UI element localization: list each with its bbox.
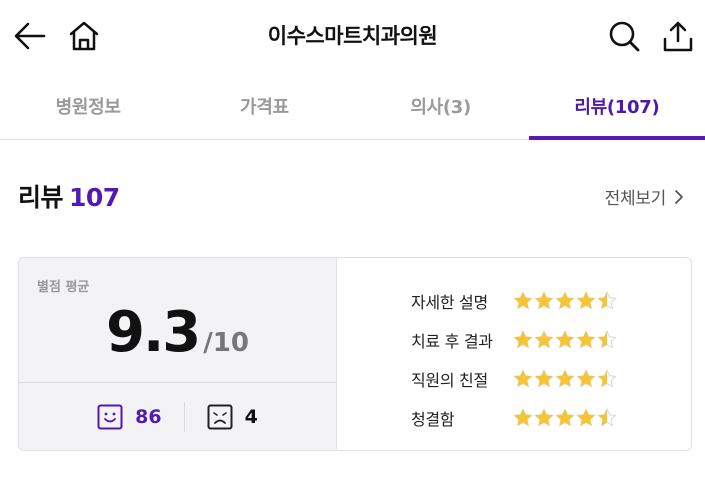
average-score: 9.3 — [106, 300, 201, 365]
tab-doctors[interactable]: 의사(3) — [353, 72, 529, 139]
section-title: 리뷰 107 — [18, 178, 120, 214]
tab-price-list[interactable]: 가격표 — [176, 72, 352, 139]
star-icon — [597, 408, 617, 427]
star-rating — [513, 369, 617, 388]
star-icon — [576, 330, 596, 349]
search-icon — [609, 21, 640, 52]
home-button[interactable] — [64, 14, 104, 58]
star-icon — [576, 369, 596, 388]
view-all-link[interactable]: 전체보기 — [605, 184, 684, 209]
search-button[interactable] — [604, 14, 644, 58]
star-icon — [555, 330, 575, 349]
positive-count: 86 — [135, 405, 162, 428]
smile-face-icon — [97, 404, 123, 429]
star-icon — [576, 291, 596, 310]
star-rating — [513, 408, 617, 427]
negative-count: 4 — [244, 405, 258, 428]
criteria-label: 치료 후 결과 — [411, 331, 493, 351]
average-rating-panel: 별점 평균 9.3/10 86 4 — [19, 258, 337, 450]
criteria-row: 직원의 친절 — [411, 359, 617, 398]
chevron-right-icon — [675, 189, 683, 204]
rating-summary-card: 별점 평균 9.3/10 86 4 자세한 설명 치료 후 결과 직원의 친절 … — [18, 257, 692, 451]
back-button[interactable] — [10, 14, 50, 58]
star-icon — [555, 408, 575, 427]
sentiment-counts: 86 4 — [19, 383, 336, 450]
review-count: 107 — [69, 183, 120, 212]
star-rating — [513, 330, 617, 349]
criteria-row: 자세한 설명 — [411, 281, 617, 320]
back-arrow-icon — [14, 22, 46, 50]
criteria-row: 치료 후 결과 — [411, 320, 617, 359]
star-icon — [597, 330, 617, 349]
view-all-label: 전체보기 — [604, 189, 667, 209]
section-title-label: 리뷰 — [18, 183, 64, 212]
star-icon — [534, 291, 554, 310]
app-header: 이수스마트치과의원 — [0, 0, 705, 72]
criteria-label: 자세한 설명 — [411, 292, 488, 312]
negative-count-group: 4 — [185, 404, 280, 430]
star-icon — [534, 408, 554, 427]
tab-reviews[interactable]: 리뷰(107) — [528, 72, 705, 140]
page-title: 이수스마트치과의원 — [267, 24, 438, 48]
home-icon — [69, 21, 99, 51]
star-icon — [513, 291, 533, 310]
star-icon — [513, 369, 533, 388]
criteria-ratings-panel: 자세한 설명 치료 후 결과 직원의 친절 청결함 — [337, 258, 691, 450]
star-icon — [555, 369, 575, 388]
star-icon — [534, 330, 554, 349]
criteria-label: 직원의 친절 — [411, 370, 488, 390]
star-icon — [513, 408, 533, 427]
star-rating — [513, 291, 617, 310]
frown-face-icon — [207, 404, 233, 429]
star-icon — [513, 330, 533, 349]
positive-count-group: 86 — [75, 404, 183, 430]
reviews-section-header: 리뷰 107 전체보기 — [18, 178, 688, 218]
average-max: /10 — [203, 328, 249, 358]
criteria-list: 자세한 설명 치료 후 결과 직원의 친절 청결함 — [411, 281, 617, 437]
average-rating: 9.3/10 — [19, 300, 336, 365]
share-icon — [663, 21, 693, 52]
criteria-row: 청결함 — [411, 398, 617, 437]
star-icon — [597, 369, 617, 388]
share-button[interactable] — [658, 14, 698, 58]
star-icon — [597, 291, 617, 310]
criteria-label: 청결함 — [411, 409, 455, 429]
star-icon — [534, 369, 554, 388]
star-icon — [576, 408, 596, 427]
star-icon — [555, 291, 575, 310]
tab-hospital-info[interactable]: 병원정보 — [0, 72, 176, 139]
tab-bar: 병원정보 가격표 의사(3) 리뷰(107) — [0, 72, 705, 140]
average-rating-label: 별점 평균 — [37, 280, 90, 295]
